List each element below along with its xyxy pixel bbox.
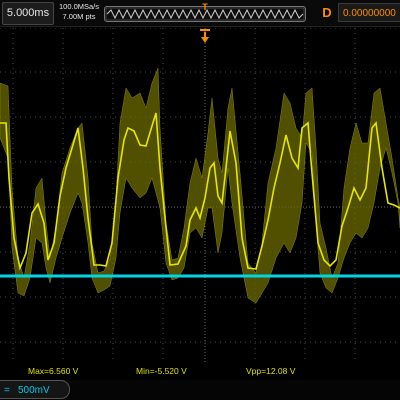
waveform-display[interactable]	[0, 28, 400, 378]
channel-vertical-scale: 500mV	[18, 385, 50, 396]
channel-scale-badge[interactable]: = 500mV	[0, 380, 70, 399]
sample-rate-label: 100.0MSa/s	[58, 2, 100, 11]
ch1-persistence-envelope	[0, 67, 400, 304]
dc-coupling-icon: =	[4, 385, 10, 396]
measurement-vpp[interactable]: Vpp=12.08 V	[246, 363, 295, 379]
channel-status-bar: = 500mV	[0, 380, 400, 400]
trigger-arrow-icon	[200, 29, 210, 43]
trigger-position-field[interactable]: 0.00000000	[338, 3, 400, 22]
measurement-bar: Max=6.560 V Min=-5.520 V Vpp=12.08 V	[0, 363, 400, 379]
measurement-max[interactable]: Max=6.560 V	[28, 363, 78, 379]
timebase-button[interactable]: 5.000ms	[2, 2, 54, 25]
acquisition-info: 100.0MSa/s 7.00M pts	[56, 2, 102, 24]
top-status-bar: 5.000ms 100.0MSa/s 7.00M pts T D 0.00000…	[0, 0, 400, 27]
trigger-mode-label[interactable]: D	[318, 3, 336, 23]
trigger-position-arrow[interactable]	[199, 28, 211, 44]
memory-trigger-marker: T	[202, 2, 208, 12]
measurement-min[interactable]: Min=-5.520 V	[136, 363, 187, 379]
oscilloscope-screen: 5.000ms 100.0MSa/s 7.00M pts T D 0.00000…	[0, 0, 400, 400]
memory-depth-label: 7.00M pts	[62, 12, 96, 21]
